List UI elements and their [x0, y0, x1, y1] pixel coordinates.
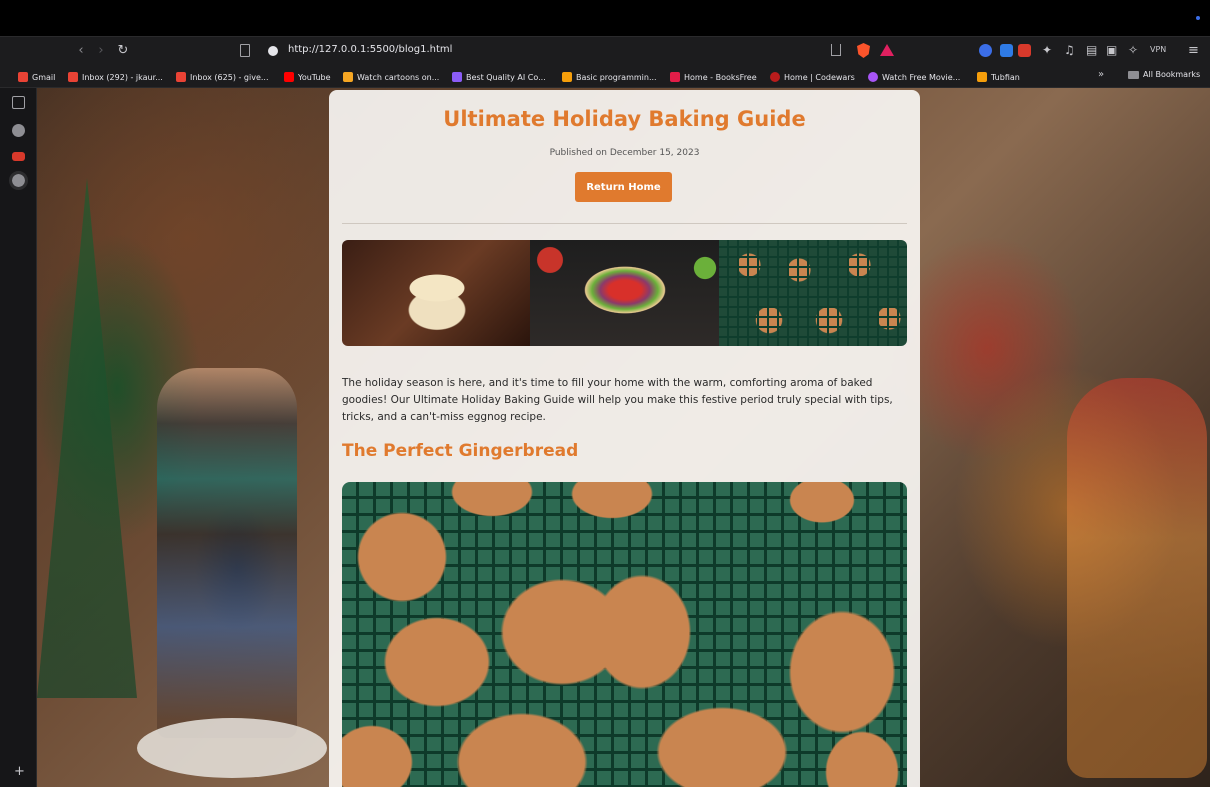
bookmark-item[interactable]: Basic programmin... [562, 70, 657, 84]
gingerbread-photo [718, 240, 907, 346]
url-field[interactable]: http://127.0.0.1:5500/blog1.html [262, 41, 902, 61]
site-favicon-icon [868, 72, 878, 82]
background-photo-tree [37, 178, 137, 698]
more-bookmarks-button[interactable]: » [1098, 69, 1104, 80]
share-icon[interactable] [831, 44, 841, 56]
vpn-button[interactable]: VPN [1150, 45, 1166, 54]
wallet-icon[interactable]: ✧ [1128, 43, 1138, 57]
bookmark-page-icon[interactable] [240, 44, 250, 57]
bookmark-item[interactable]: Inbox (292) - jkaur... [68, 70, 163, 84]
divider [342, 223, 907, 224]
publish-date: Published on December 15, 2023 [549, 148, 700, 158]
background-photo-figurine-right [1067, 378, 1207, 778]
bookmark-item[interactable]: Best Quality AI Co... [452, 70, 546, 84]
brave-rewards-icon[interactable] [880, 44, 894, 56]
extension-icon[interactable] [1000, 44, 1013, 57]
status-dot-icon [1196, 16, 1200, 20]
window-top-strip [0, 0, 1210, 36]
youtube-icon [284, 72, 294, 82]
extensions-puzzle-icon[interactable]: ✦ [1042, 43, 1052, 57]
address-bar-row: ‹ › ↻ http://127.0.0.1:5500/blog1.html ✦… [0, 36, 1210, 64]
background-photo-figurine [157, 368, 297, 738]
back-icon[interactable]: ‹ [72, 42, 90, 60]
gmail-icon [176, 72, 186, 82]
extension-icon[interactable] [979, 44, 992, 57]
site-favicon-icon [452, 72, 462, 82]
add-panel-icon[interactable]: + [14, 764, 25, 779]
bookmark-item[interactable]: Watch cartoons on... [343, 70, 439, 84]
bookmark-item[interactable]: Gmail [18, 70, 55, 84]
gingerbread-cookies-photo [342, 482, 907, 787]
bookmarks-bar: Gmail Inbox (292) - jkaur... Inbox (625)… [0, 64, 1210, 88]
menu-icon[interactable]: ≡ [1188, 43, 1199, 58]
site-favicon-icon [562, 72, 572, 82]
site-favicon-icon [343, 72, 353, 82]
globe-icon[interactable] [9, 171, 28, 190]
site-info-icon[interactable] [268, 46, 278, 56]
sidebar-panel-icon[interactable] [12, 96, 25, 109]
forward-icon[interactable]: › [92, 42, 110, 60]
background-photo-snow-base [137, 718, 327, 778]
all-bookmarks-button[interactable]: All Bookmarks [1128, 70, 1200, 79]
folder-icon [1128, 70, 1139, 79]
fruit-tart-photo [530, 240, 719, 346]
eggnog-photo [342, 240, 531, 346]
browser-sidebar: + [0, 88, 37, 787]
sidebar-toggle-icon[interactable]: ▤ [1086, 43, 1097, 57]
bookmark-item[interactable]: Home | Codewars [770, 70, 855, 84]
photo-strip [342, 240, 907, 346]
music-icon[interactable]: ♫ [1064, 43, 1075, 57]
bookmark-item[interactable]: Home - BooksFree [670, 70, 757, 84]
url-text[interactable]: http://127.0.0.1:5500/blog1.html [288, 44, 452, 55]
page-title: Ultimate Holiday Baking Guide [443, 107, 806, 131]
page-viewport: Ultimate Holiday Baking Guide Published … [37, 88, 1210, 787]
blog-card: Ultimate Holiday Baking Guide Published … [329, 90, 920, 787]
extension-badge-icon[interactable] [1018, 44, 1031, 57]
bookmark-item[interactable]: YouTube [284, 70, 331, 84]
section-heading: The Perfect Gingerbread [342, 441, 579, 461]
return-home-button[interactable]: Return Home [575, 172, 672, 202]
intro-paragraph: The holiday season is here, and it's tim… [342, 377, 893, 423]
bookmark-item[interactable]: Inbox (625) - give... [176, 70, 269, 84]
codewars-icon [770, 72, 780, 82]
reload-icon[interactable]: ↻ [114, 42, 132, 60]
gmail-icon [68, 72, 78, 82]
site-favicon-icon [670, 72, 680, 82]
tab-icon[interactable]: ▣ [1106, 43, 1117, 57]
bookmark-item[interactable]: Watch Free Movie... [868, 70, 960, 84]
gmail-icon [18, 72, 28, 82]
site-favicon-icon [977, 72, 987, 82]
bookmark-item[interactable]: Tubfian [977, 70, 1020, 84]
compass-icon[interactable] [12, 124, 25, 137]
youtube-icon[interactable] [12, 152, 25, 161]
